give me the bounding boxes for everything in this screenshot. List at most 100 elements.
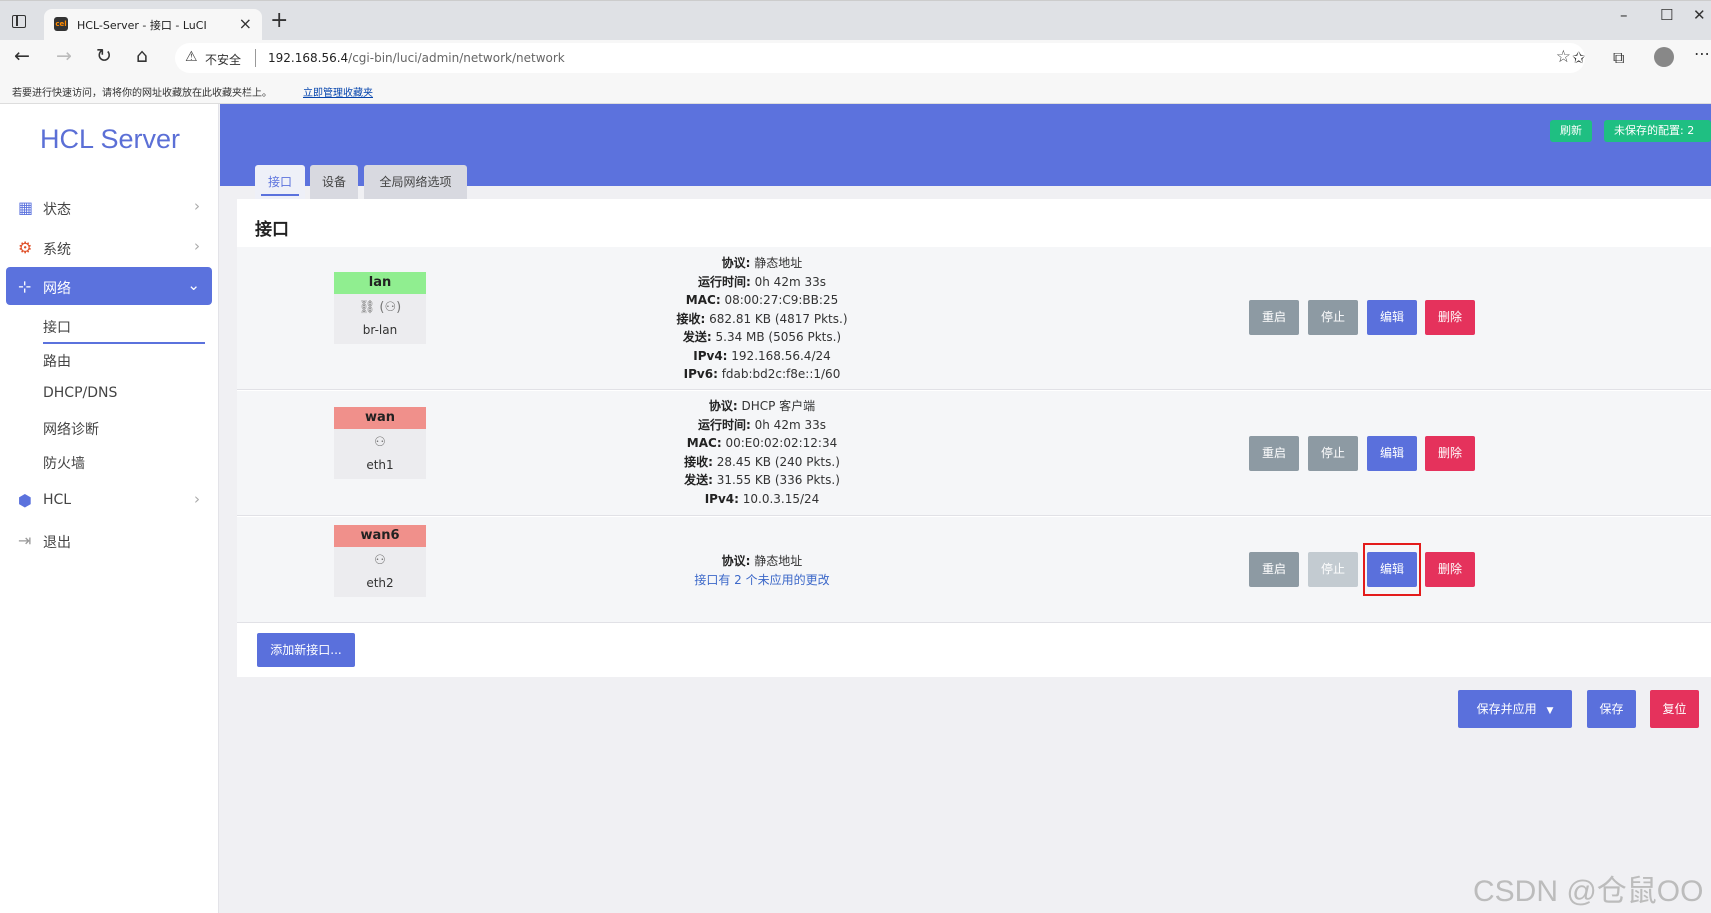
pending-changes-link[interactable]: 接口有 2 个未应用的更改: [597, 571, 927, 590]
more-menu-icon[interactable]: ⋯: [1694, 44, 1710, 63]
sidebar-subitem-firewall[interactable]: 防火墙: [43, 453, 85, 473]
highlight-box: [1363, 543, 1421, 596]
info-line: 协议: 静态地址: [721, 256, 803, 270]
back-icon[interactable]: ←: [14, 45, 30, 67]
sidebar-item-logout[interactable]: ⇥ 退出: [6, 521, 212, 559]
info-line: IPv4: 192.168.56.4/24: [693, 348, 831, 363]
interfaces-panel: 接口 lan ⛓ (⚇) br-lan 协议: 静态地址 运行时间: 0h 42…: [237, 199, 1711, 677]
tab-devices[interactable]: 设备: [310, 165, 358, 199]
close-tab-icon[interactable]: ×: [239, 14, 252, 33]
sidebar-item-status[interactable]: ▦ 状态 ›: [6, 188, 212, 226]
sidebar-subitem-interfaces[interactable]: 接口: [43, 317, 205, 344]
address-bar: ← → ↻ ⌂ ⚠ 不安全 192.168.56.4/cgi-bin/luci/…: [0, 40, 1711, 76]
reload-icon[interactable]: ↻: [96, 45, 112, 67]
manage-favorites-link[interactable]: 立即管理收藏夹: [303, 84, 373, 99]
tab-actions-icon[interactable]: [12, 15, 26, 28]
dropdown-caret-icon[interactable]: ▼: [1546, 706, 1553, 716]
browser-tab[interactable]: cel HCL-Server - 接口 - LuCI ×: [44, 9, 262, 41]
brand-logo[interactable]: HCL Server: [40, 124, 180, 155]
sidebar-item-system[interactable]: ⚙ 系统 ›: [6, 228, 212, 266]
gear-icon: ⚙: [18, 238, 33, 257]
unsaved-changes-button[interactable]: 未保存的配置: 2: [1604, 120, 1711, 142]
favorites-icon[interactable]: ✩: [1572, 48, 1585, 67]
warning-icon[interactable]: ⚠: [185, 49, 198, 65]
page-header: 刷新 未保存的配置: 2 接口 设备 全局网络选项: [220, 104, 1711, 199]
chevron-right-icon: ›: [194, 197, 200, 215]
tab-title: HCL-Server - 接口 - LuCI: [77, 19, 207, 32]
info-line: IPv4: 10.0.3.15/24: [704, 491, 820, 506]
chevron-down-icon: ⌄: [187, 276, 200, 294]
device-name: eth1: [366, 458, 394, 472]
save-button[interactable]: 保存: [1587, 690, 1636, 728]
info-line: MAC: 00:E0:02:02:12:34: [686, 436, 838, 450]
delete-button[interactable]: 删除: [1425, 300, 1475, 335]
watermark: CSDN @仓鼠OO: [1473, 875, 1704, 908]
edit-button[interactable]: 编辑: [1367, 436, 1417, 471]
delete-button[interactable]: 删除: [1425, 552, 1475, 587]
sidebar-item-label: 系统: [43, 242, 71, 258]
info-line: IPv6: fdab:bd2c:f8e::1/60: [683, 367, 841, 381]
browser-tab-strip: cel HCL-Server - 接口 - LuCI × + – ☐ ✕: [0, 0, 1711, 41]
new-tab-icon[interactable]: +: [270, 8, 288, 33]
save-apply-button[interactable]: 保存并应用 ▼: [1458, 690, 1572, 728]
add-favorite-icon[interactable]: ☆: [1556, 47, 1571, 67]
info-line: 发送: 5.34 MB (5056 Pkts.): [682, 330, 842, 344]
info-line: 协议: 静态地址: [721, 554, 803, 568]
interface-name-badge: lan: [334, 272, 426, 294]
favorites-hint: 若要进行快速访问，请将你的网址收藏放在此收藏夹栏上。: [12, 88, 272, 99]
info-line: 接收: 28.45 KB (240 Pkts.): [684, 454, 840, 469]
interface-device-box: ⛓ (⚇) br-lan: [334, 294, 426, 344]
interface-name-badge: wan: [334, 407, 426, 429]
stop-button: 停止: [1308, 552, 1358, 587]
forward-icon[interactable]: →: [56, 45, 72, 67]
sidebar-subitem-routes[interactable]: 路由: [43, 351, 71, 371]
url-text[interactable]: 192.168.56.4/cgi-bin/luci/admin/network/…: [268, 51, 565, 65]
table-row: wan ⚇ eth1 协议: DHCP 客户端 运行时间: 0h 42m 33s…: [237, 391, 1711, 516]
sidebar-item-label: 状态: [43, 202, 71, 218]
interface-info: 协议: DHCP 客户端 运行时间: 0h 42m 33s MAC: 00:E0…: [597, 397, 927, 508]
table-row: wan6 ⚇ eth2 协议: 静态地址 接口有 2 个未应用的更改 重启 停止…: [237, 517, 1711, 623]
section-title: 接口: [255, 220, 289, 240]
profile-avatar[interactable]: [1654, 47, 1674, 67]
sidebar-item-hcl[interactable]: ⬢ HCL ›: [6, 481, 212, 519]
interface-device-box: ⚇ eth1: [334, 429, 426, 479]
sidebar-item-label: 网络: [43, 281, 71, 297]
tab-global-options[interactable]: 全局网络选项: [364, 165, 467, 199]
sidebar-item-network[interactable]: ⊹ 网络 ⌄: [6, 267, 212, 305]
table-row: lan ⛓ (⚇) br-lan 协议: 静态地址 运行时间: 0h 42m 3…: [237, 247, 1711, 390]
bridge-icon: ⛓ (⚇): [358, 300, 402, 315]
url-divider: [255, 49, 256, 67]
maximize-icon[interactable]: ☐: [1660, 6, 1673, 24]
restart-button[interactable]: 重启: [1249, 436, 1299, 471]
delete-button[interactable]: 删除: [1425, 436, 1475, 471]
add-interface-button[interactable]: 添加新接口...: [257, 633, 355, 667]
stop-button[interactable]: 停止: [1308, 300, 1358, 335]
stop-button[interactable]: 停止: [1308, 436, 1358, 471]
tab-interfaces[interactable]: 接口: [255, 165, 305, 199]
url-field[interactable]: ⚠ 不安全 192.168.56.4/cgi-bin/luci/admin/ne…: [175, 43, 1585, 73]
insecure-label[interactable]: 不安全: [205, 51, 241, 68]
info-line: 发送: 31.55 KB (336 Pkts.): [684, 473, 840, 487]
info-line: 运行时间: 0h 42m 33s: [698, 417, 826, 432]
favorites-bar: 若要进行快速访问，请将你的网址收藏放在此收藏夹栏上。 立即管理收藏夹: [0, 76, 1711, 104]
dashboard-icon: ▦: [18, 198, 34, 217]
restart-button[interactable]: 重启: [1249, 300, 1299, 335]
minimize-icon[interactable]: –: [1620, 6, 1628, 24]
sidebar-subitem-diagnostics[interactable]: 网络诊断: [43, 419, 99, 439]
sidebar: HCL Server ▦ 状态 › ⚙ 系统 › ⊹ 网络 ⌄ 接口 路由 DH…: [0, 104, 219, 913]
close-window-icon[interactable]: ✕: [1693, 6, 1706, 24]
sidebar-subitem-dhcp-dns[interactable]: DHCP/DNS: [43, 385, 117, 401]
interface-name-badge: wan6: [334, 525, 426, 547]
edit-button[interactable]: 编辑: [1367, 300, 1417, 335]
home-icon[interactable]: ⌂: [136, 45, 148, 67]
sidebar-item-label: 退出: [43, 535, 71, 551]
device-name: eth2: [366, 576, 394, 590]
info-line: 协议: DHCP 客户端: [708, 399, 816, 413]
restart-button[interactable]: 重启: [1249, 552, 1299, 587]
reset-button[interactable]: 复位: [1650, 690, 1699, 728]
info-line: MAC: 08:00:27:C9:BB:25: [685, 293, 839, 307]
collections-icon[interactable]: ⧉: [1613, 48, 1624, 68]
refresh-button[interactable]: 刷新: [1550, 120, 1592, 142]
interface-info: 协议: 静态地址 运行时间: 0h 42m 33s MAC: 08:00:27:…: [597, 254, 927, 384]
chevron-right-icon: ›: [194, 490, 200, 508]
